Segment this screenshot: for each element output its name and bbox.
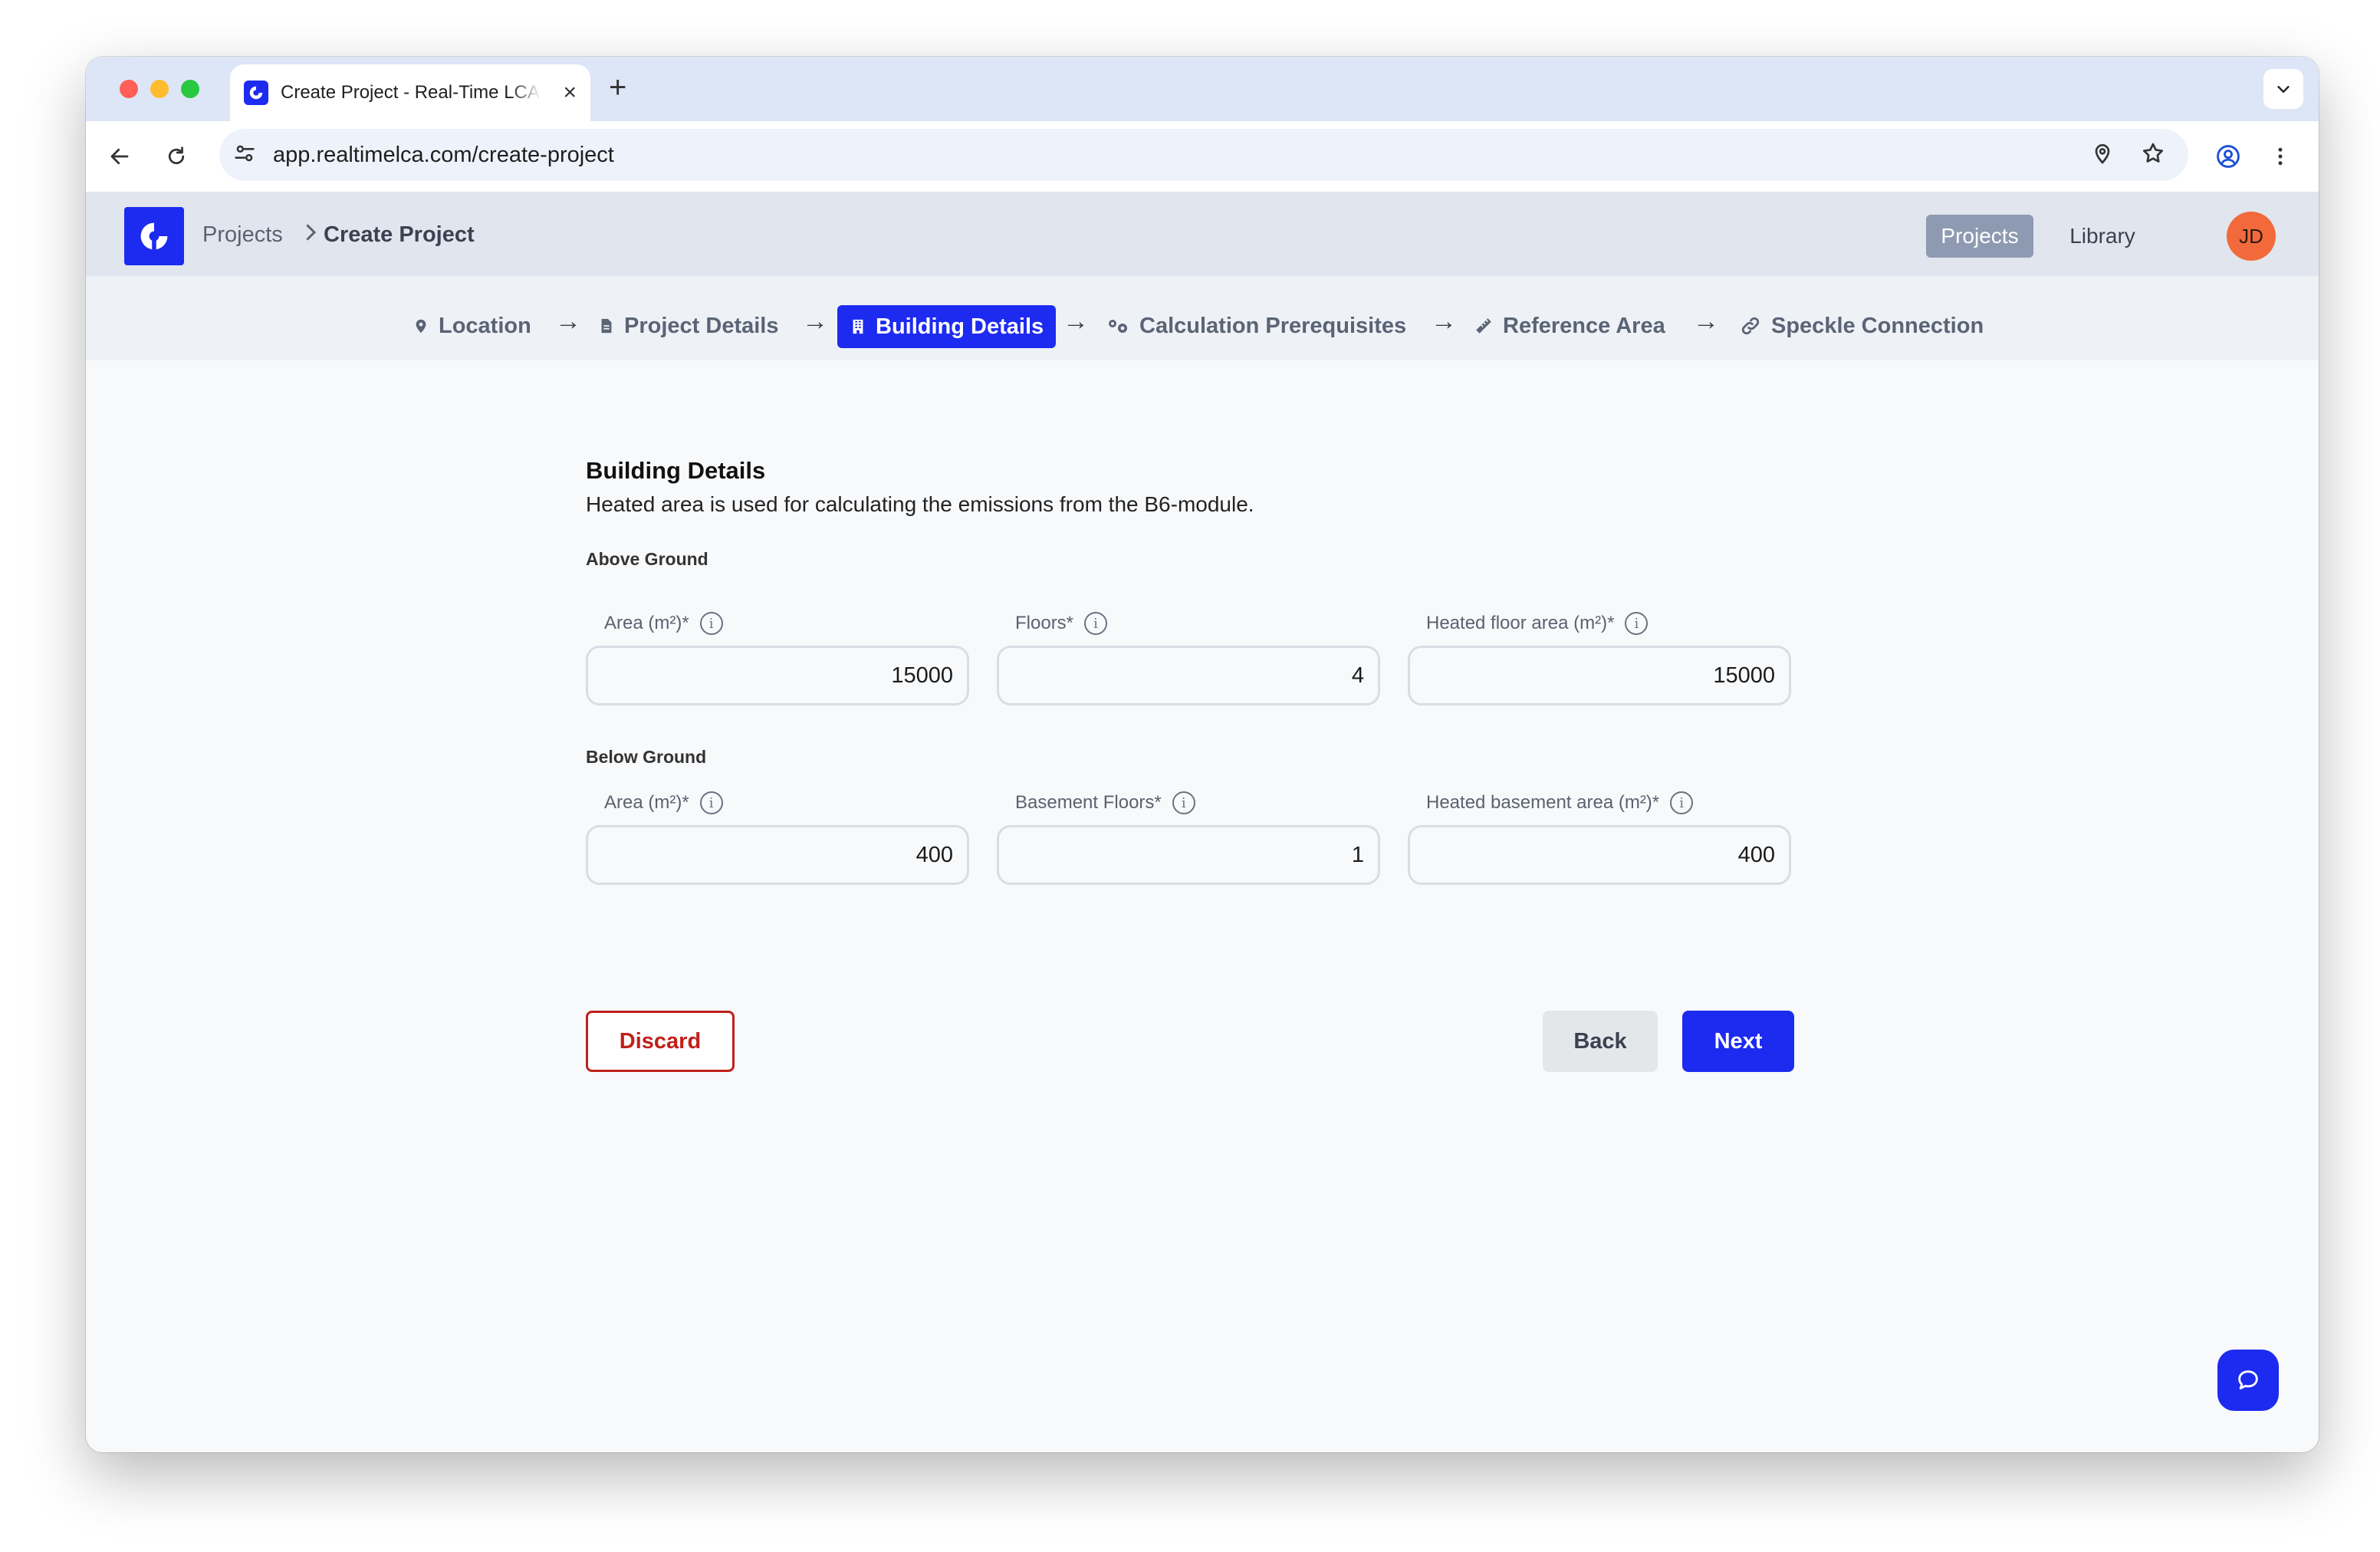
step-project-details[interactable]: Project Details [598,304,778,348]
location-pin-icon[interactable] [2090,141,2115,169]
tab-search-button[interactable] [2263,69,2303,109]
floors-input[interactable] [997,646,1380,705]
heated-floor-area-input[interactable] [1408,646,1791,705]
main-content: Building Details Heated area is used for… [86,360,2319,1452]
info-icon[interactable]: i [699,791,723,814]
step-location[interactable]: Location [413,304,531,348]
step-arrow-icon: → [802,307,828,336]
map-pin-icon [416,319,426,334]
step-label: Location [439,313,531,338]
browser-tab[interactable]: Create Project - Real-Time LCA × [230,64,590,121]
progress-stepper: Location → Project Details → Building De… [86,276,2319,360]
info-icon[interactable]: i [699,612,723,635]
back-nav-icon[interactable] [101,138,138,175]
below-area-input[interactable] [586,825,969,885]
section-subtitle: Heated area is used for calculating the … [586,492,1254,516]
step-label: Reference Area [1503,313,1665,338]
info-icon[interactable]: i [1084,612,1108,635]
logo-icon [140,222,168,250]
discard-button[interactable]: Discard [586,1011,735,1072]
info-icon[interactable]: i [1670,791,1694,814]
label-text: Heated floor area (m²)* [1426,613,1615,633]
app-header: Projects Create Project Projects Library… [86,192,2319,276]
more-menu-icon[interactable] [2262,138,2299,175]
bookmark-star-icon[interactable] [2141,141,2165,169]
maximize-window-button[interactable] [181,80,199,98]
favicon-icon [244,81,268,105]
step-arrow-icon: → [1693,307,1719,336]
chat-button[interactable] [2217,1350,2279,1411]
close-window-button[interactable] [120,80,138,98]
app-logo[interactable] [124,207,184,265]
label-text: Basement Floors* [1015,792,1162,813]
building-icon [853,319,863,334]
ruler-icon [1476,318,1491,334]
step-calculation-prerequisites[interactable]: Calculation Prerequisites [1106,304,1406,348]
link-icon [1741,317,1760,335]
avatar[interactable]: JD [2227,212,2276,261]
tab-strip: Create Project - Real-Time LCA × + [86,57,2319,121]
heated-floor-area-label: Heated floor area (m²)* i [1426,612,1649,635]
gears-icon [1109,320,1127,333]
step-reference-area[interactable]: Reference Area [1474,304,1665,348]
label-text: Area (m²)* [604,613,689,633]
step-label: Speckle Connection [1771,313,1984,338]
chevron-right-icon [299,219,322,249]
step-building-details[interactable]: Building Details [837,305,1057,348]
breadcrumb-current: Create Project [324,222,475,247]
new-tab-button[interactable]: + [609,72,626,103]
heated-basement-area-input[interactable] [1408,825,1791,885]
step-label: Project Details [624,313,779,338]
profile-icon[interactable] [2210,138,2247,175]
nav-library[interactable]: Library [2049,215,2156,258]
label-text: Floors* [1015,613,1074,633]
tab-title: Create Project - Real-Time LCA [281,82,540,103]
site-settings-icon[interactable] [232,140,258,170]
info-icon[interactable]: i [1172,791,1195,814]
document-icon [601,318,612,334]
label-text: Area (m²)* [604,792,689,813]
chevron-down-icon [2277,86,2290,94]
below-area-label: Area (m²)* i [604,791,723,814]
step-label: Building Details [876,314,1044,339]
browser-window: Create Project - Real-Time LCA × + app.r… [86,57,2319,1452]
section-title: Building Details [586,457,766,484]
step-speckle-connection[interactable]: Speckle Connection [1739,304,1984,348]
step-arrow-icon: → [1431,307,1457,336]
above-area-label: Area (m²)* i [604,612,723,635]
step-arrow-icon: → [555,307,581,336]
above-ground-heading: Above Ground [586,549,708,569]
browser-toolbar: app.realtimelca.com/create-project [86,121,2319,192]
step-arrow-icon: → [1063,307,1089,336]
next-button[interactable]: Next [1682,1011,1794,1072]
breadcrumb-projects[interactable]: Projects [202,222,283,248]
floors-label: Floors* i [1015,612,1108,635]
chat-bubble-icon [2238,1370,2258,1390]
above-area-input[interactable] [586,646,969,705]
info-icon[interactable]: i [1625,612,1649,635]
nav-projects[interactable]: Projects [1926,215,2033,258]
minimize-window-button[interactable] [150,80,169,98]
basement-floors-input[interactable] [997,825,1380,885]
label-text: Heated basement area (m²)* [1426,792,1660,813]
below-ground-heading: Below Ground [586,747,707,767]
address-bar[interactable]: app.realtimelca.com/create-project [219,129,2188,181]
url-text: app.realtimelca.com/create-project [273,142,614,167]
tab-close-icon[interactable]: × [563,81,577,104]
back-button[interactable]: Back [1543,1011,1658,1072]
heated-basement-area-label: Heated basement area (m²)* i [1426,791,1694,814]
reload-icon[interactable] [158,138,195,175]
step-label: Calculation Prerequisites [1139,313,1407,338]
basement-floors-label: Basement Floors* i [1015,791,1195,814]
